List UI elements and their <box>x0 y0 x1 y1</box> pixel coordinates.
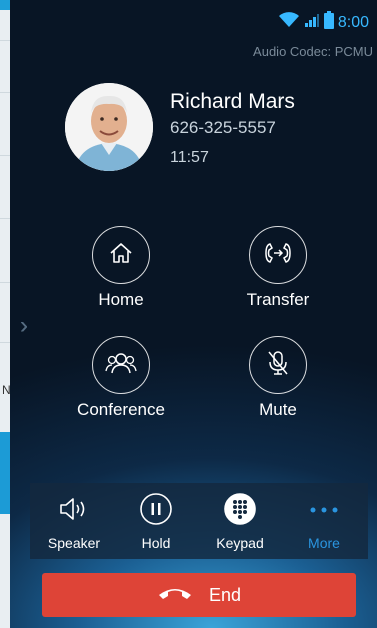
signal-icon <box>304 12 320 33</box>
speaker-icon <box>58 496 90 527</box>
keypad-label: Keypad <box>216 535 264 551</box>
more-icon <box>308 502 340 520</box>
microphone-icon <box>265 349 291 382</box>
end-call-label: End <box>208 584 242 605</box>
transfer-icon <box>263 240 293 271</box>
keypad-icon <box>223 492 257 531</box>
conference-icon <box>105 350 137 381</box>
more-button[interactable]: More <box>284 493 364 551</box>
home-label: Home <box>98 290 144 309</box>
mute-label: Mute <box>259 400 297 419</box>
hold-button[interactable]: Hold <box>116 492 196 551</box>
battery-icon <box>323 11 334 34</box>
contact-avatar <box>65 83 153 171</box>
pause-icon <box>139 492 173 531</box>
end-call-button[interactable]: End <box>42 573 356 617</box>
audio-codec-label: Audio Codec: PCMU <box>253 44 373 59</box>
status-time: 8:00 <box>337 13 369 31</box>
wifi-icon <box>278 12 300 33</box>
speaker-label: Speaker <box>47 535 101 551</box>
transfer-button[interactable]: Transfer <box>208 226 348 310</box>
keypad-button[interactable]: Keypad <box>200 492 280 551</box>
home-button[interactable]: Home <box>51 226 191 310</box>
transfer-label: Transfer <box>246 290 310 309</box>
conference-button[interactable]: Conference <box>51 336 191 420</box>
more-label: More <box>308 535 340 551</box>
speaker-button[interactable]: Speaker <box>34 493 114 551</box>
mute-button[interactable]: Mute <box>208 336 348 420</box>
call-screen: 8:00 Audio Codec: PCMU Richard Mars 626-… <box>10 0 377 628</box>
status-bar: 8:00 <box>10 0 377 36</box>
call-duration: 11:57 <box>170 149 209 166</box>
hang-up-icon <box>157 585 193 606</box>
contact-number: 626-325-5557 <box>170 118 276 137</box>
hold-label: Hold <box>141 535 171 551</box>
home-icon <box>108 240 134 271</box>
conference-label: Conference <box>77 400 165 419</box>
call-controls-bar: Speaker Hold Keypad More <box>30 483 368 559</box>
contact-name: Richard Mars <box>170 90 295 113</box>
